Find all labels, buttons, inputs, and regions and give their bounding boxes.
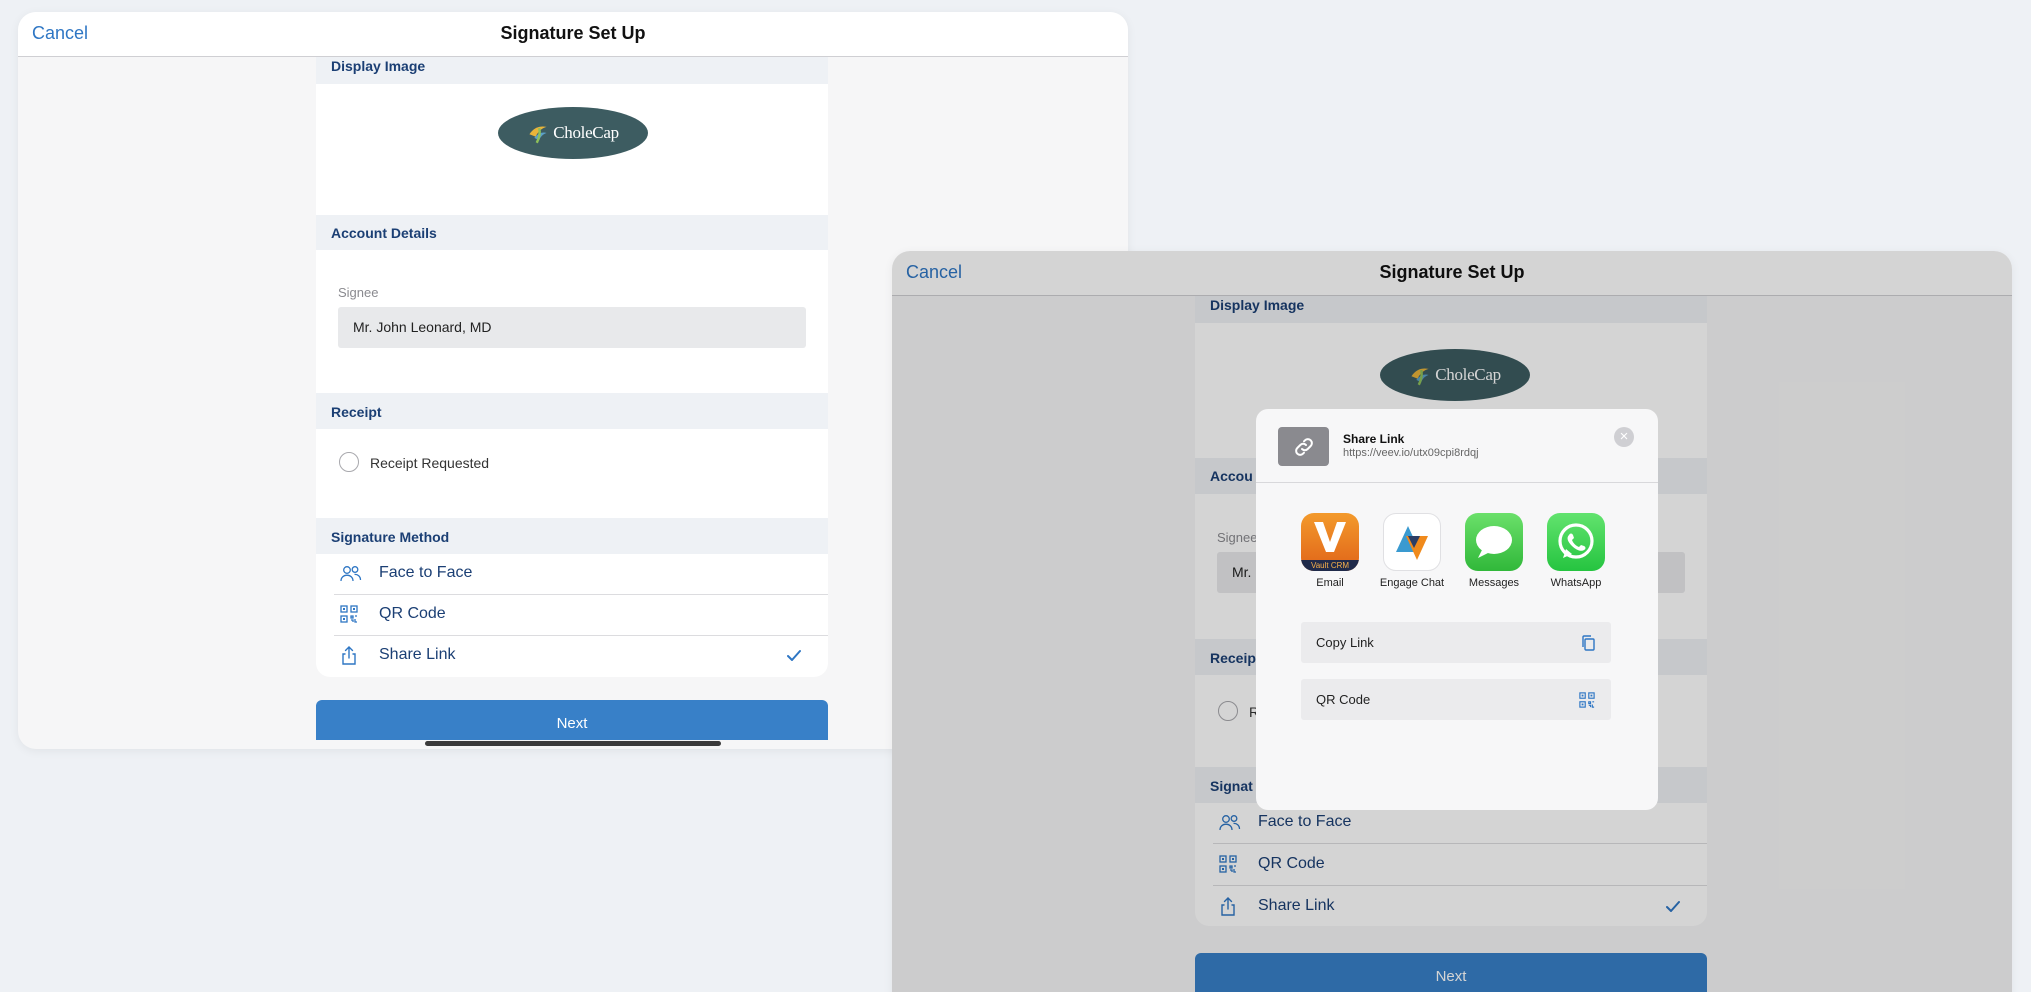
cholecap-bird-icon [528,125,548,144]
form-card: Display Image CholeCap Account Details S… [316,57,828,677]
share-sheet-title: Share Link [1343,432,1405,446]
copy-link-label: Copy Link [1316,635,1374,650]
app-label: Engage Chat [1379,577,1445,589]
qr-code-label: QR Code [1316,692,1371,707]
method-label: Share Link [379,646,456,663]
cholecap-logo: CholeCap [498,107,648,159]
section-header-display-image: Display Image [316,57,828,84]
share-app-whatsapp[interactable]: WhatsApp [1535,513,1617,589]
share-app-engage-chat[interactable]: Engage Chat [1371,513,1453,589]
app-label: WhatsApp [1550,577,1602,589]
method-label: Face to Face [379,564,473,581]
link-icon [1278,427,1329,466]
share-sheet-header: Share Link https://veev.io/utx09cpi8rdqj… [1256,409,1658,483]
checkmark-icon [787,650,801,661]
signee-label: Signee [338,285,379,300]
share-icon [342,646,356,665]
share-sheet: Share Link https://veev.io/utx09cpi8rdqj… [1256,409,1658,810]
qr-code-button[interactable]: QR Code [1301,679,1611,720]
receipt-requested-label: Receipt Requested [370,455,490,471]
share-app-messages[interactable]: Messages [1453,513,1535,589]
share-link-url: https://veev.io/utx09cpi8rdqj [1343,447,1479,459]
home-indicator [425,741,721,746]
method-face-to-face[interactable]: Face to Face [334,554,828,595]
logo-text: CholeCap [553,123,619,142]
signature-setup-window-share: Cancel Signature Set Up Display Image Ch… [892,251,2012,992]
method-share-link[interactable]: Share Link [334,636,828,677]
engage-chat-icon [1383,513,1441,571]
qr-code-icon [340,605,358,623]
vault-crm-badge: Vault CRM [1301,560,1359,571]
share-app-email[interactable]: Vault CRM Email [1289,513,1371,589]
method-qr-code[interactable]: QR Code [334,595,828,636]
qr-code-icon [1579,692,1595,708]
app-label: Email [1316,577,1344,589]
people-icon [340,566,362,582]
whatsapp-icon [1547,513,1605,571]
next-button[interactable]: Next [316,700,828,740]
messages-icon [1465,513,1523,571]
section-header-receipt: Receipt [316,393,828,429]
section-header-account-details: Account Details [316,215,828,250]
copy-link-button[interactable]: Copy Link [1301,622,1611,663]
receipt-requested-radio[interactable] [339,452,359,472]
copy-icon [1582,635,1595,651]
section-header-signature-method: Signature Method [316,518,828,554]
method-label: QR Code [379,605,446,622]
nav-bar: Cancel Signature Set Up [18,12,1128,57]
app-label: Messages [1468,577,1520,589]
close-icon[interactable]: × [1614,427,1634,447]
page-title: Signature Set Up [500,23,646,43]
vault-crm-icon: Vault CRM [1301,513,1359,571]
signee-field[interactable]: Mr. John Leonard, MD [338,307,806,348]
